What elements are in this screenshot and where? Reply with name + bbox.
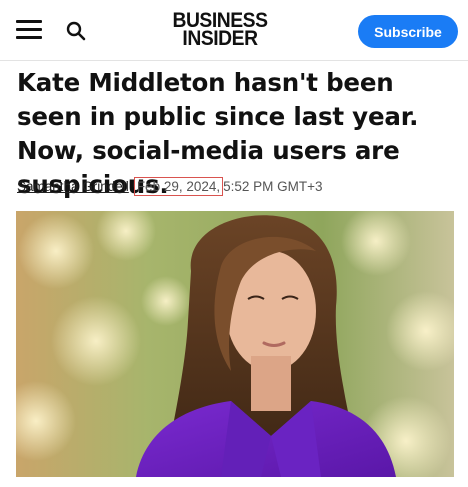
search-icon: [66, 21, 86, 41]
publish-date: Feb 29, 2024,: [133, 176, 224, 196]
site-header: BUSINESS INSIDER Subscribe: [0, 0, 468, 61]
author-link[interactable]: Samantha Grindell: [17, 179, 129, 194]
menu-button[interactable]: [16, 20, 42, 40]
hero-image: [16, 211, 454, 477]
publish-time: 5:52 PM GMT+3: [223, 178, 323, 194]
byline: Samantha Grindell Feb 29, 2024, 5:52 PM …: [17, 176, 323, 196]
search-button[interactable]: [66, 21, 86, 41]
hamburger-menu-icon: [16, 20, 42, 23]
logo-line-2: INSIDER: [182, 27, 258, 50]
hero-photo-illustration: [16, 211, 454, 477]
hamburger-bar: [16, 36, 42, 39]
business-insider-logo[interactable]: BUSINESS INSIDER: [162, 10, 278, 50]
hamburger-bar: [16, 28, 42, 31]
subscribe-button[interactable]: Subscribe: [358, 15, 458, 48]
